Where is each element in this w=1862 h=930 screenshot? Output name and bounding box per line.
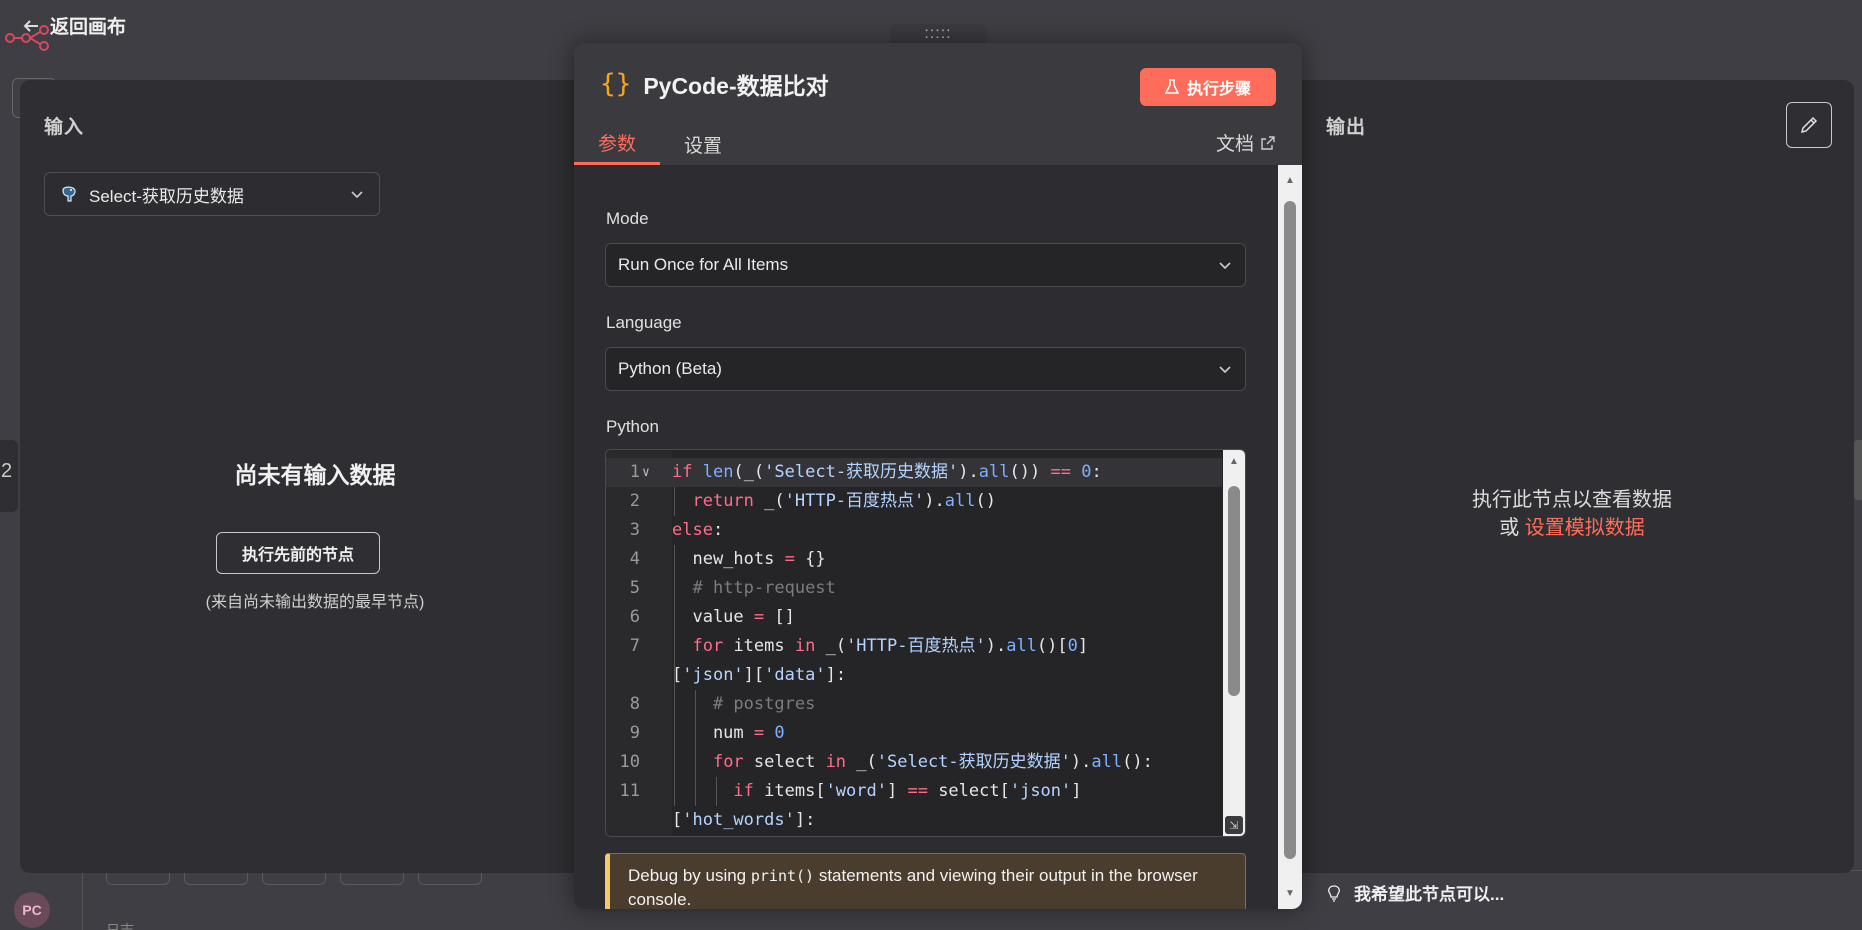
node-title-text: PyCode-数据比对 [643, 73, 829, 99]
set-mock-data-link[interactable]: 设置模拟数据 [1525, 517, 1645, 539]
language-select[interactable]: Python (Beta) [605, 347, 1246, 391]
output-panel-title: 输出 [1326, 117, 1367, 138]
modal-scrollbar[interactable]: ▲ ▼ [1278, 165, 1302, 909]
node-header: {} PyCode-数据比对 执行步骤 参数 设置 文档 [574, 43, 1302, 165]
output-empty-line: 执行此节点以查看数据 [1472, 489, 1672, 511]
code-line[interactable]: 11 if items['word'] == select['json'] [606, 777, 1222, 806]
input-panel: 输入 Select-获取历史数据 尚未有输入数据 执行先前的节点 (来自尚未输出… [20, 80, 610, 873]
edit-output-button[interactable] [1786, 102, 1832, 148]
parameters-pane: Mode Run Once for All Items Language Pyt… [574, 165, 1278, 909]
input-panel-title: 输入 [44, 117, 85, 138]
code-line[interactable]: 6 value = [] [606, 603, 1222, 632]
postgres-elephant-icon [62, 186, 76, 202]
indent-guide [674, 487, 675, 516]
scroll-up-icon[interactable]: ▲ [1223, 456, 1245, 467]
chevron-down-icon [351, 191, 363, 199]
back-to-canvas-link[interactable]: 返回画布 [22, 12, 126, 39]
no-input-title: 尚未有输入数据 [234, 462, 396, 488]
code-scrollbar[interactable]: ▲ [1223, 450, 1245, 836]
scroll-down-icon[interactable]: ▼ [1278, 888, 1302, 899]
code-line[interactable]: ['json']['data']: [606, 661, 1222, 690]
log-label[interactable]: 日志 [106, 920, 134, 930]
execute-step-label: 执行步骤 [1186, 81, 1251, 98]
avatar[interactable]: PC [14, 892, 50, 928]
indent-guide [716, 777, 717, 806]
output-panel: 输出 执行此节点以查看数据 或 设置模拟数据 我希望此节点可以... [1290, 80, 1854, 904]
chevron-down-icon [1219, 262, 1231, 270]
language-select-value: Python (Beta) [618, 359, 722, 378]
node-tabs: 参数 设置 [574, 123, 746, 165]
docs-link[interactable]: 文档 [1216, 129, 1276, 156]
code-line[interactable]: 9 num = 0 [606, 719, 1222, 748]
fold-chevron-icon[interactable]: ∨ [642, 458, 650, 487]
code-line[interactable]: 2 return _('HTTP-百度热点').all() [606, 487, 1222, 516]
code-line[interactable]: 10 for select in _('Select-获取历史数据').all(… [606, 748, 1222, 777]
resize-icon[interactable]: ⇲ [1225, 816, 1243, 834]
node-title[interactable]: {} PyCode-数据比对 [600, 67, 829, 101]
mode-select[interactable]: Run Once for All Items [605, 243, 1246, 287]
mode-select-value: Run Once for All Items [618, 255, 789, 274]
code-line[interactable]: 1 ∨ if len(_('Select-获取历史数据').all()) == 0: [606, 458, 1222, 487]
code-line[interactable]: 3 else: [606, 516, 1222, 545]
input-node-select[interactable]: Select-获取历史数据 [44, 172, 380, 216]
external-link-icon [1261, 135, 1275, 150]
docs-link-label: 文档 [1215, 134, 1254, 155]
input-node-select-value: Select-获取历史数据 [89, 186, 244, 206]
execute-step-button[interactable]: 执行步骤 [1140, 68, 1276, 106]
chevron-down-icon [1219, 366, 1231, 374]
code-line[interactable]: 5 # http-request [606, 574, 1222, 603]
flask-icon [1164, 79, 1179, 94]
debug-notice-code: print() [750, 867, 815, 885]
code-line[interactable]: 4 new_hots = {} [606, 545, 1222, 574]
code-scrollbar-thumb[interactable] [1228, 486, 1240, 696]
python-code-label: Python [606, 417, 659, 436]
node-settings-modal: {} PyCode-数据比对 执行步骤 参数 设置 文档 Mode Run On… [574, 43, 1302, 909]
indent-guide [695, 690, 696, 806]
code-braces-icon: {} [600, 69, 632, 99]
debug-notice: Debug by using print() statements and vi… [605, 853, 1246, 909]
code-line[interactable]: ['hot_words']: [606, 806, 1222, 835]
output-empty-line-2: 或 设置模拟数据 [1290, 514, 1854, 542]
output-empty-message: 执行此节点以查看数据 或 设置模拟数据 [1290, 486, 1854, 542]
no-input-hint: (来自尚未输出数据的最早节点) [205, 594, 425, 611]
tab-settings[interactable]: 设置 [660, 123, 746, 165]
canvas-edge-tab-right[interactable] [1854, 440, 1862, 500]
lightbulb-icon [1328, 884, 1340, 902]
modal-scrollbar-thumb[interactable] [1284, 201, 1296, 859]
pencil-icon [1800, 116, 1818, 134]
or-text: 或 [1499, 517, 1525, 539]
debug-notice-text: Debug by using [628, 866, 751, 885]
canvas-edge-tab[interactable]: 2 [0, 440, 18, 512]
indent-guide [674, 545, 675, 806]
back-to-canvas-label: 返回画布 [50, 17, 127, 38]
mode-label: Mode [606, 209, 649, 228]
scroll-up-icon[interactable]: ▲ [1278, 175, 1302, 186]
arrow-left-icon [23, 19, 38, 32]
code-line[interactable]: 7 for items in _('HTTP-百度热点').all()[0] [606, 632, 1222, 661]
tab-parameters[interactable]: 参数 [574, 123, 661, 165]
execute-previous-nodes-button[interactable]: 执行先前的节点 [216, 532, 380, 574]
code-line[interactable]: 8 # postgres [606, 690, 1222, 719]
python-code-editor[interactable]: 1 ∨ if len(_('Select-获取历史数据').all()) == 0:… [605, 449, 1246, 837]
language-label: Language [606, 313, 682, 332]
node-wish-link[interactable]: 我希望此节点可以... [1326, 880, 1504, 905]
node-wish-label: 我希望此节点可以... [1354, 885, 1505, 904]
divider [82, 870, 83, 930]
